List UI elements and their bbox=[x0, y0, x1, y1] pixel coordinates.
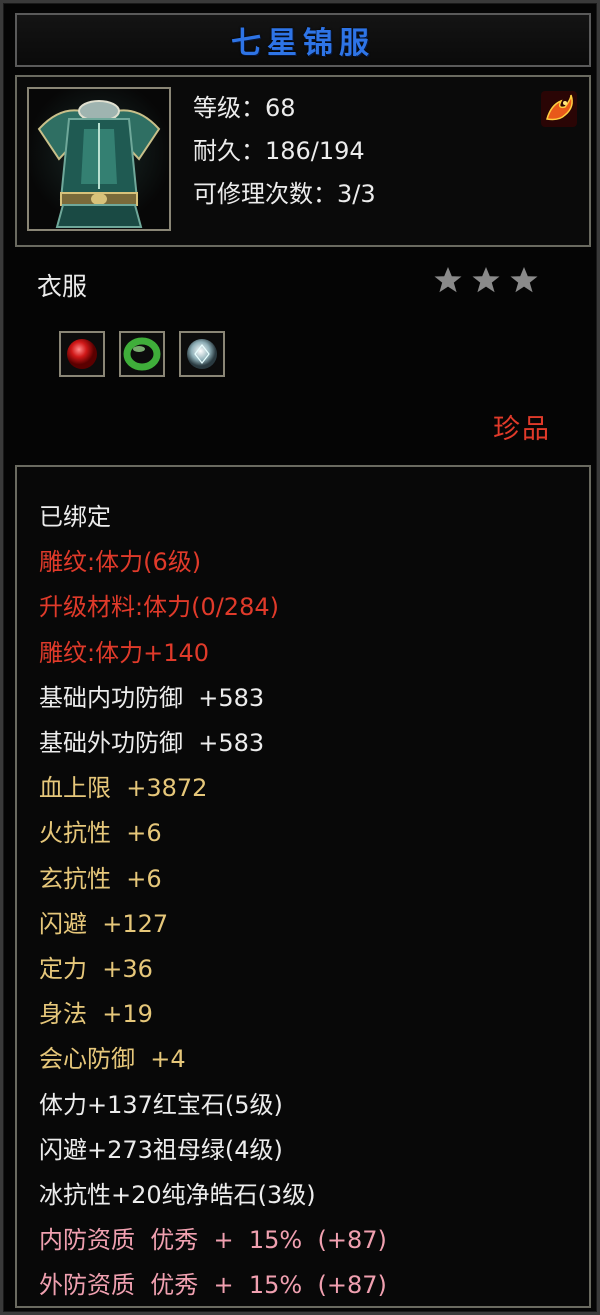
item-name: 七星锦服 bbox=[231, 26, 375, 61]
attribute-panel: 已绑定 雕纹:体力(6级) 升级材料:体力(0/284) 雕纹:体力+140 基… bbox=[15, 465, 591, 1308]
attribute-line: 血上限 +3872 bbox=[39, 774, 208, 803]
attribute-line: 已绑定 bbox=[39, 503, 111, 531]
level-text: 等级：68 bbox=[193, 94, 296, 122]
attribute-line: 火抗性 +6 bbox=[39, 819, 162, 848]
armor-icon bbox=[27, 87, 171, 231]
star-icon bbox=[472, 267, 500, 293]
attribute-line: 冰抗性+20纯净皓石(3级) bbox=[39, 1181, 316, 1210]
attribute-line: 雕纹:体力(6级) bbox=[39, 548, 202, 577]
star-icon bbox=[434, 267, 462, 293]
rarity-label: 珍品 bbox=[493, 414, 551, 445]
attribute-line: 定力 +36 bbox=[39, 955, 153, 984]
repair-count-text: 可修理次数：3/3 bbox=[193, 180, 376, 208]
attribute-line: 升级材料:体力(0/284) bbox=[39, 593, 279, 622]
attribute-line: 身法 +19 bbox=[39, 1000, 153, 1029]
attribute-line: 闪避+273祖母绿(4级) bbox=[39, 1135, 283, 1164]
attribute-line: 基础外功防御 +583 bbox=[39, 729, 265, 758]
attribute-line: 会心防御 +4 bbox=[39, 1045, 186, 1074]
emerald-gem-icon[interactable] bbox=[119, 331, 165, 377]
star-icon bbox=[510, 267, 538, 293]
durability-text: 耐久：186/194 bbox=[193, 137, 365, 165]
attribute-line: 体力+137红宝石(5级) bbox=[39, 1090, 283, 1119]
item-stats: 等级：68 耐久：186/194 可修理次数：3/3 bbox=[193, 87, 376, 216]
star-rating bbox=[433, 265, 539, 295]
attribute-line: 雕纹:体力+140 bbox=[39, 638, 210, 667]
attribute-line: 内防资质 优秀 + 15% (+87) bbox=[39, 1226, 387, 1255]
attribute-line: 外防资质 优秀 + 15% (+87) bbox=[39, 1271, 387, 1300]
attribute-line: 基础内功防御 +583 bbox=[39, 683, 265, 712]
item-category: 衣服 bbox=[37, 272, 88, 301]
ruby-gem-icon[interactable] bbox=[59, 331, 105, 377]
gem-slots bbox=[59, 331, 225, 377]
header-panel: 等级：68 耐久：186/194 可修理次数：3/3 bbox=[15, 75, 591, 247]
title-bar: 七星锦服 bbox=[15, 13, 591, 67]
fire-dragon-icon bbox=[541, 91, 577, 127]
diamond-gem-icon[interactable] bbox=[179, 331, 225, 377]
attribute-line: 闪避 +127 bbox=[39, 909, 169, 938]
item-tooltip: 七星锦服 等级：68 耐久：186/194 可修理次数：3/3 衣服 珍品 已绑… bbox=[0, 0, 600, 1315]
attribute-line: 玄抗性 +6 bbox=[39, 864, 162, 893]
